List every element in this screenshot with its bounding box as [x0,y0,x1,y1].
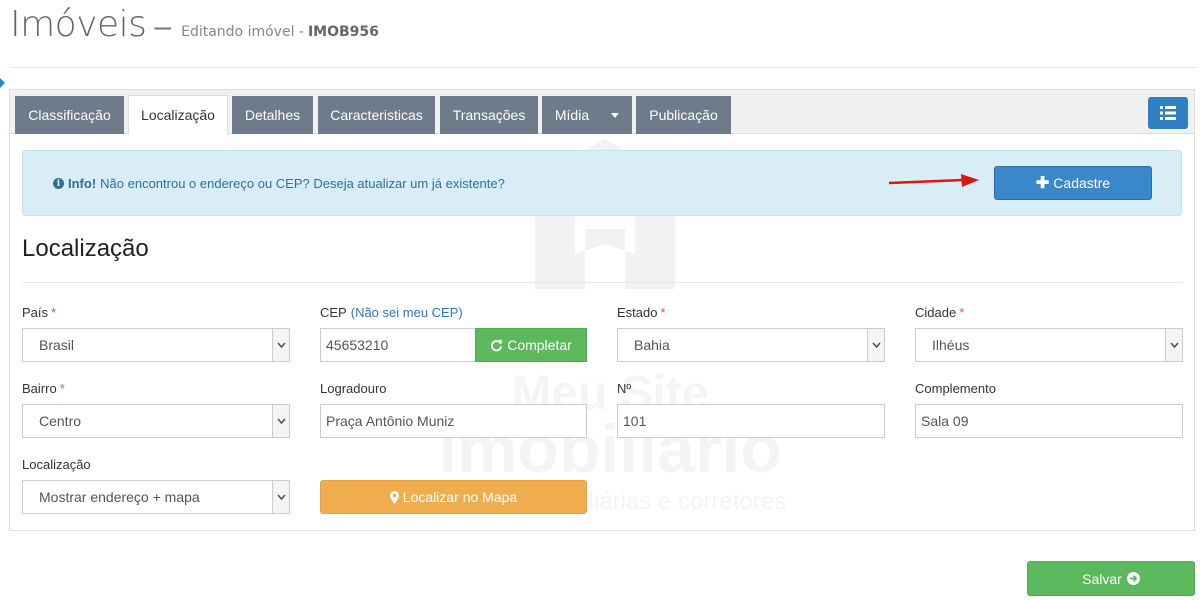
numero-label: Nº [617,381,632,396]
localizacao-value: Mostrar endereço + mapa [39,489,200,505]
property-code: IMOB956 [307,24,379,40]
tab-midia[interactable]: Mídia [542,96,632,134]
cep-label: CEP (Não sei meu CEP) [320,305,463,320]
red-arrow-icon [889,174,979,187]
header-divider [10,67,1196,68]
sidebar-toggle-icon[interactable] [0,78,5,88]
estado-label: Estado * [617,305,666,320]
cidade-value: Ilhéus [932,337,970,353]
list-icon [1160,106,1176,120]
tab-label: Localização [141,107,215,123]
numero-input[interactable] [617,404,885,438]
list-view-button[interactable] [1148,97,1188,129]
required-marker: * [660,305,666,320]
pais-value: Brasil [39,337,75,353]
section-divider [22,282,1182,283]
section-title: Localização [22,235,149,262]
tab-label: Mídia [554,107,590,123]
info-text: Não encontrou o endereço ou CEP? Deseja … [100,176,505,191]
estado-value: Bahia [634,337,670,353]
tab-transacoes[interactable]: Transações [440,96,538,134]
info-message: i Info! Não encontrou o endereço ou CEP?… [53,176,505,191]
chevron-down-icon [272,329,289,361]
bairro-select[interactable]: Centro [22,404,290,438]
map-marker-icon [389,490,399,504]
logradouro-input[interactable] [320,404,587,438]
tab-publicacao[interactable]: Publicação [636,96,731,134]
info-strong: Info! [68,176,97,191]
chevron-down-icon [867,329,884,361]
localizacao-select[interactable]: Mostrar endereço + mapa [22,480,290,514]
title-separator: – [154,10,172,43]
tab-caracteristicas[interactable]: Caracteristicas [318,96,435,134]
refresh-icon [491,339,503,351]
required-marker: * [59,381,65,396]
complemento-label: Complemento [915,381,996,396]
salvar-button[interactable]: Salvar [1027,561,1195,596]
completar-button[interactable]: Completar [475,328,587,362]
cidade-select[interactable]: Ilhéus [915,328,1183,362]
tab-bar: Classificação Localização Detalhes Carac… [10,90,1194,135]
page: Imóveis – Editando imóvel - IMOB956 Clas… [0,0,1200,600]
arrow-circle-right-icon [1126,572,1140,585]
tab-label: Transações [452,107,526,123]
required-marker: * [959,305,965,320]
required-marker: * [51,305,57,320]
cadastre-button[interactable]: ✚ Cadastre [994,166,1152,200]
bairro-value: Centro [39,413,82,429]
page-header: Imóveis – Editando imóvel - IMOB956 [10,4,379,45]
bairro-label: Bairro * [22,381,65,396]
tab-localizacao[interactable]: Localização [128,95,228,135]
pais-select[interactable]: Brasil [22,328,290,362]
edit-panel: Classificação Localização Detalhes Carac… [9,89,1195,531]
tab-label: Classificação [28,107,111,123]
info-alert: i Info! Não encontrou o endereço ou CEP?… [22,150,1182,216]
localizar-no-mapa-button[interactable]: Localizar no Mapa [320,480,587,514]
complemento-input[interactable] [915,404,1183,438]
chevron-down-icon [1165,329,1182,361]
tab-classificacao[interactable]: Classificação [15,96,124,134]
info-circle-icon: i [53,178,64,189]
localizacao-label: Localização [22,457,91,472]
page-subtitle: Editando imóvel - [181,24,304,40]
tab-label: Publicação [649,107,718,123]
chevron-down-icon [272,481,289,513]
cidade-label: Cidade * [915,305,965,320]
estado-select[interactable]: Bahia [617,328,885,362]
localizar-label: Localizar no Mapa [402,489,518,505]
cep-help-link[interactable]: (Não sei meu CEP) [351,305,463,320]
page-title: Imóveis [10,4,147,45]
completar-label: Completar [507,337,572,353]
tab-label: Caracteristicas [330,107,423,123]
tab-label: Detalhes [244,107,301,123]
logradouro-label: Logradouro [320,381,387,396]
cep-input[interactable] [320,328,476,362]
cadastre-label: Cadastre [1053,175,1111,191]
salvar-label: Salvar [1082,570,1122,587]
tab-detalhes[interactable]: Detalhes [232,96,313,134]
pais-label: País * [22,305,57,320]
plus-icon: ✚ [1035,175,1050,192]
chevron-down-icon [272,405,289,437]
chevron-down-icon [611,112,620,118]
